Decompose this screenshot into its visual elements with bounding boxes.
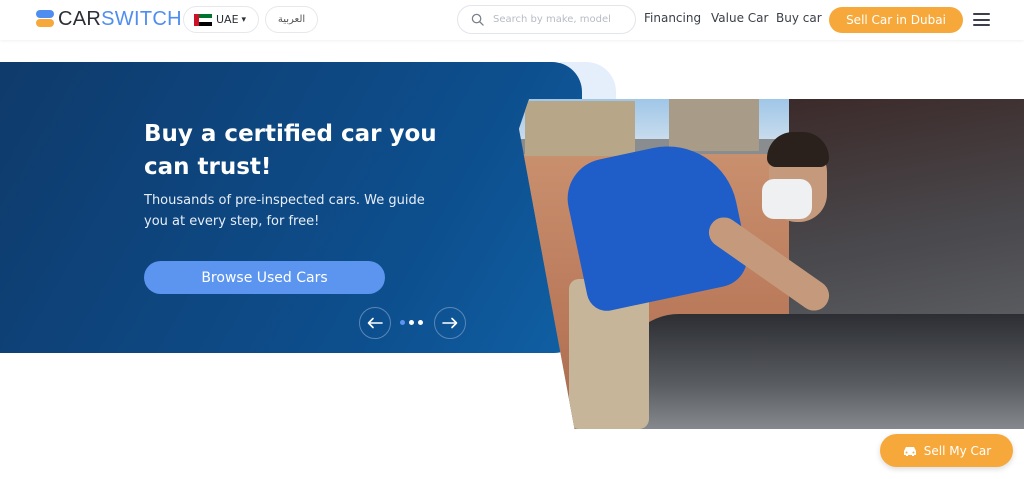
search-icon [471,13,484,26]
carousel-dots [400,320,423,325]
arrow-left-icon [367,317,383,329]
search-bar[interactable] [457,5,636,34]
hamburger-icon[interactable] [973,13,990,26]
arrow-right-icon [442,317,458,329]
site-header: CARSWITCH UAE ▾ العربية Financing Value … [0,0,1024,40]
sell-my-car-floating-button[interactable]: Sell My Car [880,434,1013,467]
nav-financing[interactable]: Financing [644,11,701,25]
sell-car-dubai-button[interactable]: Sell Car in Dubai [829,7,963,33]
carswitch-logo[interactable]: CARSWITCH [36,9,182,29]
carousel-prev-button[interactable] [359,307,391,339]
nav-value-car[interactable]: Value Car [711,11,768,25]
chevron-down-icon: ▾ [241,14,247,25]
nav-buy-car[interactable]: Buy car [776,11,822,25]
car-icon [903,446,916,456]
carousel-dot[interactable] [418,320,423,325]
uae-flag-icon [194,13,212,26]
carousel-next-button[interactable] [434,307,466,339]
hero-image-mechanic-inspecting-car [519,99,1024,429]
logo-mark-icon [36,10,56,28]
carousel-dot[interactable] [400,320,405,325]
logo-text-car: CAR [58,8,102,30]
sell-my-car-label: Sell My Car [923,443,992,458]
browse-used-cars-button[interactable]: Browse Used Cars [144,261,385,294]
carousel-dot[interactable] [409,320,414,325]
language-toggle[interactable]: العربية [265,6,318,33]
country-selector[interactable]: UAE ▾ [183,6,259,33]
logo-text-switch: SWITCH [101,8,182,30]
hero-subtitle: Thousands of pre-inspected cars. We guid… [144,193,425,229]
search-input[interactable] [493,14,623,25]
country-code: UAE [216,13,239,26]
hero-title: Buy a certified car you can trust! [144,121,437,180]
logo-text: CARSWITCH [58,9,182,29]
